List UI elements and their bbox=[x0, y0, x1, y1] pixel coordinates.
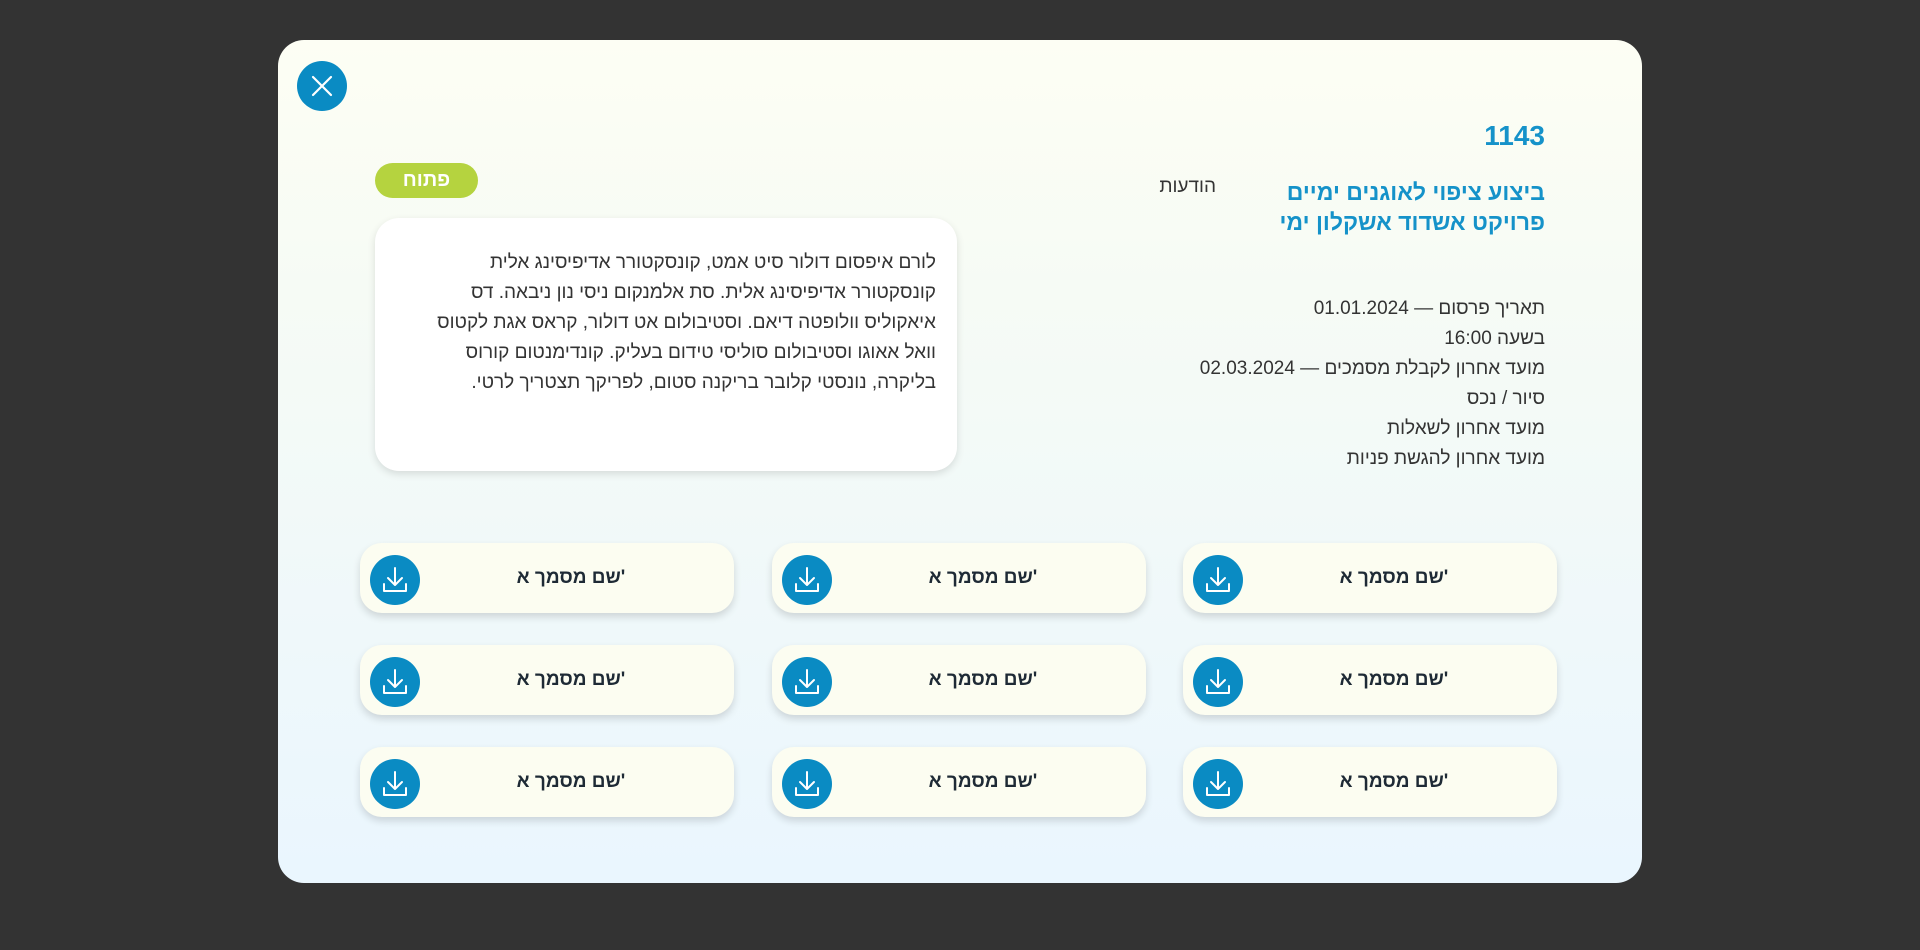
publish-time: בשעה 16:00 bbox=[1444, 328, 1545, 349]
document-name: שם מסמך א' bbox=[516, 771, 626, 792]
questions-deadline: מועד אחרון לשאלות bbox=[1386, 418, 1545, 439]
submission-deadline: מועד אחרון להגשת פניות bbox=[1346, 448, 1545, 469]
document-card[interactable]: שם מסמך א' bbox=[772, 747, 1146, 817]
download-icon[interactable] bbox=[782, 555, 832, 605]
document-name: שם מסמך א' bbox=[1339, 669, 1449, 690]
document-name: שם מסמך א' bbox=[1339, 771, 1449, 792]
documents-deadline: מועד אחרון לקבלת מסמכים — 02.03.2024 bbox=[1199, 358, 1545, 379]
download-icon[interactable] bbox=[1193, 657, 1243, 707]
notices-text: לורם איפסום דולור סיט אמט, קונסקטורר אדי… bbox=[437, 252, 936, 393]
document-card[interactable]: שם מסמך א' bbox=[1183, 543, 1557, 613]
publish-date: תאריך פרסום — 01.01.2024 bbox=[1313, 298, 1545, 319]
document-card[interactable]: שם מסמך א' bbox=[1183, 747, 1557, 817]
notices-label: הודעות bbox=[1159, 176, 1216, 197]
document-card[interactable]: שם מסמך א' bbox=[1183, 645, 1557, 715]
download-icon[interactable] bbox=[370, 759, 420, 809]
status-badge: פתוח bbox=[375, 163, 478, 198]
notices-box: לורם איפסום דולור סיט אמט, קונסקטורר אדי… bbox=[375, 218, 957, 471]
close-button[interactable] bbox=[297, 61, 347, 111]
close-icon bbox=[311, 75, 333, 97]
site-tour: סיור / נכס bbox=[1466, 388, 1545, 409]
download-icon[interactable] bbox=[1193, 759, 1243, 809]
document-card[interactable]: שם מסמך א' bbox=[360, 747, 734, 817]
document-card[interactable]: שם מסמך א' bbox=[772, 645, 1146, 715]
tender-details: תאריך פרסום — 01.01.2024 בשעה 16:00 מועד… bbox=[1025, 294, 1545, 474]
download-icon[interactable] bbox=[782, 759, 832, 809]
document-name: שם מסמך א' bbox=[928, 669, 1038, 690]
document-name: שם מסמך א' bbox=[516, 567, 626, 588]
tender-title-line2: פרויקט אשדוד אשקלון ימי bbox=[1279, 209, 1545, 235]
document-name: שם מסמך א' bbox=[1339, 567, 1449, 588]
document-card[interactable]: שם מסמך א' bbox=[360, 543, 734, 613]
document-name: שם מסמך א' bbox=[928, 771, 1038, 792]
document-card[interactable]: שם מסמך א' bbox=[772, 543, 1146, 613]
tender-number: 1143 bbox=[1484, 120, 1545, 151]
download-icon[interactable] bbox=[1193, 555, 1243, 605]
document-card[interactable]: שם מסמך א' bbox=[360, 645, 734, 715]
download-icon[interactable] bbox=[370, 657, 420, 707]
document-name: שם מסמך א' bbox=[516, 669, 626, 690]
download-icon[interactable] bbox=[370, 555, 420, 605]
download-icon[interactable] bbox=[782, 657, 832, 707]
document-name: שם מסמך א' bbox=[928, 567, 1038, 588]
tender-modal: 1143 ביצוע ציפוי לאוגנים ימיים פרויקט אש… bbox=[278, 40, 1642, 883]
